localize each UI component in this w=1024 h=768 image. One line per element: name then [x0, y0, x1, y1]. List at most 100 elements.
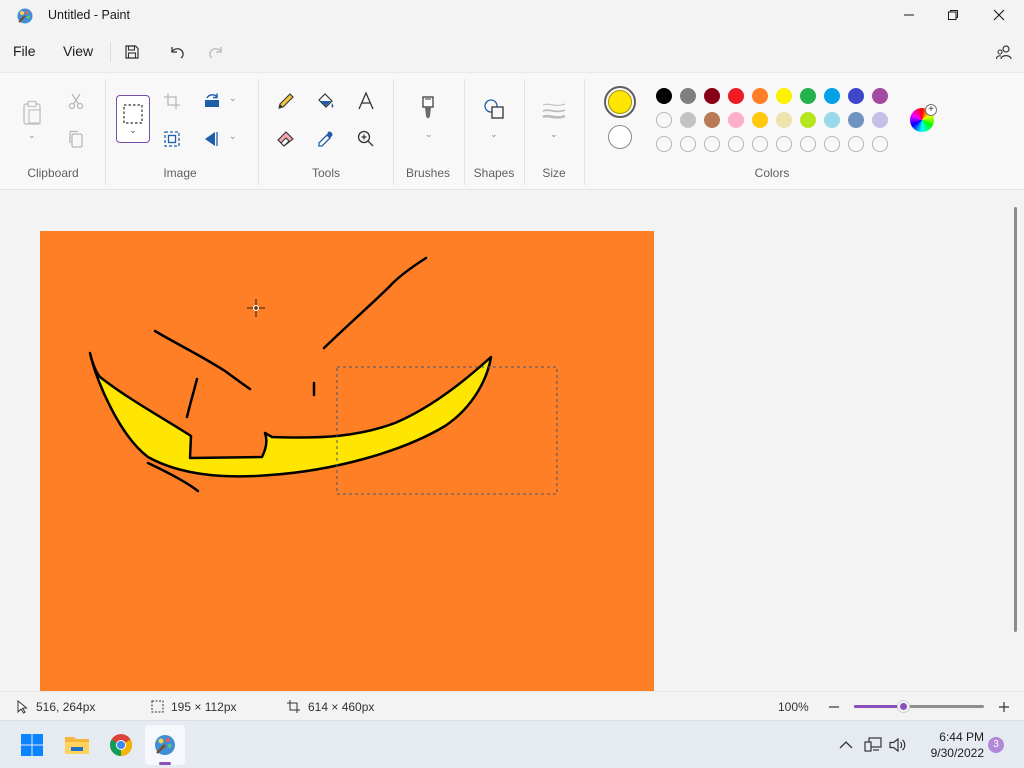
color-swatch[interactable]: [800, 88, 816, 104]
plus-icon: [999, 702, 1009, 712]
color-swatch[interactable]: [848, 112, 864, 128]
undo-icon: [171, 47, 184, 59]
color-swatch[interactable]: [752, 88, 768, 104]
redo-button[interactable]: [202, 40, 230, 64]
empty-color-swatch[interactable]: [752, 136, 768, 152]
fill-button[interactable]: [312, 87, 340, 115]
rotate-chevron-icon[interactable]: ⌄: [229, 93, 237, 104]
speaker-icon: [889, 737, 906, 753]
show-hidden-icons-button[interactable]: [836, 735, 856, 755]
size-button[interactable]: [540, 97, 568, 125]
color-swatch[interactable]: [848, 88, 864, 104]
zoom-slider-fill: [854, 705, 904, 708]
canvas-size-icon: [287, 700, 300, 713]
active-app-indicator: [159, 762, 171, 765]
color-swatch[interactable]: [776, 88, 792, 104]
color-swatch[interactable]: [752, 112, 768, 128]
empty-color-swatch[interactable]: [728, 136, 744, 152]
color-swatch[interactable]: [728, 112, 744, 128]
ribbon-divider: [584, 79, 585, 185]
notification-badge[interactable]: 3: [988, 737, 1004, 753]
cut-icon: [68, 93, 84, 110]
empty-color-swatch[interactable]: [680, 136, 696, 152]
close-icon: [993, 9, 1005, 21]
select-chevron-icon: ⌄: [129, 125, 137, 135]
empty-color-swatch[interactable]: [800, 136, 816, 152]
volume-button[interactable]: [888, 735, 908, 755]
color-swatch[interactable]: [776, 112, 792, 128]
color-swatch[interactable]: [656, 88, 672, 104]
rotate-button[interactable]: [198, 87, 226, 115]
restore-button[interactable]: [930, 0, 976, 30]
copy-button[interactable]: [62, 125, 90, 153]
close-button[interactable]: [976, 0, 1022, 30]
edit-colors-button[interactable]: +: [910, 104, 937, 132]
start-button[interactable]: [12, 725, 52, 765]
color-swatch[interactable]: [704, 112, 720, 128]
empty-color-swatch[interactable]: [704, 136, 720, 152]
color-swatch[interactable]: [824, 112, 840, 128]
flip-button[interactable]: [198, 125, 226, 153]
selection-size-icon: [151, 700, 164, 713]
zoom-in-button[interactable]: [996, 699, 1012, 715]
color-swatch[interactable]: [800, 112, 816, 128]
eyedropper-icon: [318, 131, 333, 147]
color-swatch[interactable]: [872, 88, 888, 104]
shapes-button[interactable]: [480, 95, 508, 123]
empty-color-swatch[interactable]: [872, 136, 888, 152]
minimize-button[interactable]: [886, 0, 932, 30]
color-swatch[interactable]: [704, 88, 720, 104]
color-swatch[interactable]: [728, 88, 744, 104]
empty-color-swatch[interactable]: [656, 112, 672, 128]
menu-file[interactable]: File: [13, 43, 36, 59]
add-icon: +: [925, 104, 937, 116]
pencil-button[interactable]: [272, 87, 300, 115]
taskbar-chrome[interactable]: [101, 725, 141, 765]
menu-view[interactable]: View: [63, 43, 93, 59]
size-chevron-icon[interactable]: ⌄: [550, 129, 558, 140]
color-swatch[interactable]: [824, 88, 840, 104]
primary-color-selector[interactable]: [604, 86, 636, 118]
magnifier-button[interactable]: [352, 125, 380, 153]
taskbar-paint[interactable]: [145, 725, 185, 765]
vertical-scrollbar[interactable]: [1014, 207, 1017, 632]
color-swatch[interactable]: [872, 112, 888, 128]
file-explorer-icon: [65, 737, 89, 754]
text-button[interactable]: [352, 87, 380, 115]
eraser-button[interactable]: [272, 125, 300, 153]
pointer-icon: [17, 700, 28, 714]
undo-button[interactable]: [163, 40, 191, 64]
stroke-line: [185, 377, 199, 419]
save-button[interactable]: [118, 40, 146, 64]
empty-color-swatch[interactable]: [848, 136, 864, 152]
network-button[interactable]: [863, 735, 883, 755]
color-swatch[interactable]: [680, 88, 696, 104]
ribbon-divider: [105, 79, 106, 185]
color-picker-button[interactable]: [312, 125, 340, 153]
taskbar: 6:44 PM 9/30/2022 3: [0, 720, 1024, 768]
empty-color-swatch[interactable]: [656, 136, 672, 152]
ribbon-divider: [393, 79, 394, 185]
zoom-slider-thumb[interactable]: [898, 701, 910, 712]
secondary-color-selector[interactable]: [608, 125, 632, 149]
drawing-canvas[interactable]: [40, 231, 654, 691]
resize-button[interactable]: [158, 125, 186, 153]
color-swatch[interactable]: [680, 112, 696, 128]
brushes-chevron-icon[interactable]: ⌄: [425, 129, 433, 140]
taskbar-file-explorer[interactable]: [57, 725, 97, 765]
taskbar-clock[interactable]: 6:44 PM 9/30/2022: [914, 729, 984, 761]
stroke-line: [322, 256, 428, 350]
empty-color-swatch[interactable]: [776, 136, 792, 152]
paste-chevron-icon[interactable]: ⌄: [28, 130, 36, 141]
shapes-chevron-icon[interactable]: ⌄: [490, 129, 498, 140]
zoom-slider[interactable]: [854, 701, 984, 712]
brushes-button[interactable]: [414, 93, 442, 121]
empty-color-swatch[interactable]: [824, 136, 840, 152]
paste-button[interactable]: [18, 97, 46, 129]
zoom-out-button[interactable]: [826, 699, 842, 715]
cut-button[interactable]: [62, 87, 90, 115]
account-button[interactable]: [990, 40, 1018, 64]
select-button[interactable]: ⌄: [116, 95, 150, 143]
crop-button[interactable]: [158, 87, 186, 115]
flip-chevron-icon[interactable]: ⌄: [229, 131, 237, 142]
